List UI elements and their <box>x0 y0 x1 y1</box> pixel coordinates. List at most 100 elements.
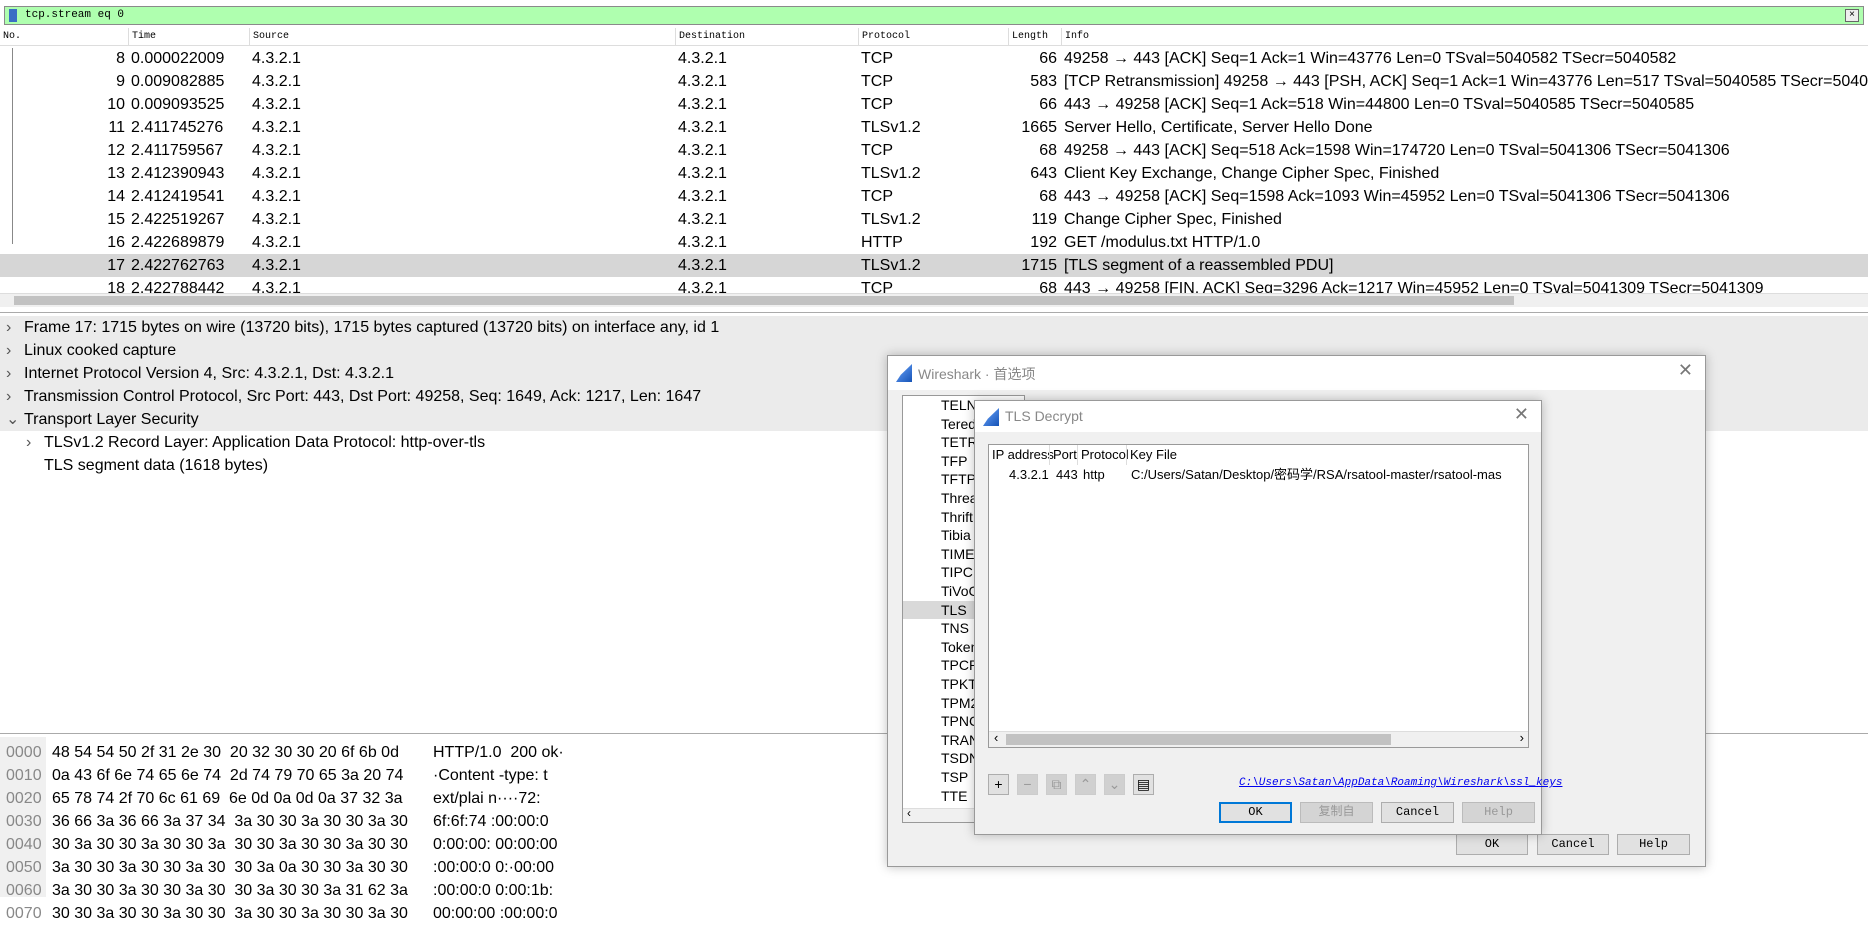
packet-row[interactable]: 8 0.000022009 4.3.2.1 4.3.2.1 TCP 66 49258 → 4… <box>0 47 1868 70</box>
prefs-help-button[interactable]: Help <box>1617 834 1690 855</box>
column-time[interactable]: Time <box>128 28 156 46</box>
col-port[interactable]: Port <box>1049 445 1077 465</box>
hex-ascii[interactable]: ext/plai n····72: <box>433 787 541 810</box>
move-up-icon[interactable]: ⌃ <box>1075 774 1096 795</box>
key-table-scrollbar[interactable]: ‹ › <box>989 730 1528 747</box>
col-ip[interactable]: IP address <box>992 445 1054 465</box>
packet-info: 49258 → 443 [ACK] Seq=518 Ack=1598 Win=1… <box>1064 142 1730 159</box>
packet-source: 4.3.2.1 <box>252 234 301 251</box>
packet-no: 13 <box>107 165 125 182</box>
hex-ascii[interactable]: HTTP/1.0 200 ok· <box>433 741 564 764</box>
remove-icon[interactable]: − <box>1017 774 1038 795</box>
packet-source: 4.3.2.1 <box>252 188 301 205</box>
packet-length: 66 <box>1039 50 1057 67</box>
packet-destination: 4.3.2.1 <box>678 188 727 205</box>
hex-bytes[interactable]: 36 66 3a 36 66 3a 37 34 3a 30 30 3a 30 3… <box>52 810 408 833</box>
prefs-cancel-button[interactable]: Cancel <box>1537 834 1609 855</box>
col-protocol[interactable]: Protocol <box>1077 445 1129 465</box>
hex-ascii[interactable]: 0:00:00: 00:00:00 <box>433 833 558 856</box>
hex-ascii[interactable]: 6f:6f:74 :00:00:0 <box>433 810 549 833</box>
preferences-title: Wireshark · 首选项 <box>918 366 1036 382</box>
prefs-ok-button[interactable]: OK <box>1456 834 1528 855</box>
packet-info: 49258 → 443 [ACK] Seq=1 Ack=1 Win=43776 … <box>1064 50 1677 67</box>
display-filter-input[interactable]: tcp.stream eq 0 × <box>4 6 1864 25</box>
packet-length: 66 <box>1039 96 1057 113</box>
packet-row[interactable]: 12 2.411759567 4.3.2.1 4.3.2.1 TCP 68 49258 → … <box>0 139 1868 162</box>
packet-no: 14 <box>107 188 125 205</box>
hex-ascii[interactable]: :00:00:0 0:·00:00 <box>433 856 554 879</box>
cell-keyfile: C:/Users/Satan/Desktop/密码学/RSA/rsatool-m… <box>1131 467 1502 482</box>
clear-list-icon[interactable]: ▤ <box>1133 774 1154 795</box>
add-icon[interactable]: + <box>988 774 1009 795</box>
key-row[interactable]: 4.3.2.1 443 http C:/Users/Satan/Desktop/… <box>989 465 1528 485</box>
tls-decrypt-dialog: TLS Decrypt ✕ IP address Port Protocol K… <box>974 400 1562 835</box>
packet-source: 4.3.2.1 <box>252 73 301 90</box>
hex-offset: 0040 <box>6 836 42 853</box>
hex-ascii[interactable]: 00:00:00 :00:00:0 <box>433 902 558 925</box>
detail-tree-item[interactable]: › Frame 17: 1715 bytes on wire (13720 bit… <box>0 316 1868 339</box>
close-icon[interactable]: ✕ <box>1514 404 1529 425</box>
packet-destination: 4.3.2.1 <box>678 142 727 159</box>
column-destination[interactable]: Destination <box>675 28 745 46</box>
packet-length: 192 <box>1030 234 1057 251</box>
tls-cancel-button[interactable]: Cancel <box>1381 802 1454 823</box>
hex-bytes[interactable]: 3a 30 30 3a 30 30 3a 30 30 3a 0a 30 30 3… <box>52 856 408 879</box>
packet-row[interactable]: 15 2.422519267 4.3.2.1 4.3.2.1 TLSv1.2 119 Cha… <box>0 208 1868 231</box>
copy-from-button[interactable]: 复制自 <box>1300 802 1373 823</box>
chevron-right-icon[interactable]: › <box>6 385 11 408</box>
column-length[interactable]: Length <box>1008 28 1048 46</box>
hex-ascii[interactable]: :00:00:0 0:00:1b: <box>433 879 553 902</box>
hex-bytes[interactable]: 0a 43 6f 6e 74 65 6e 74 2d 74 79 70 65 3… <box>52 764 403 787</box>
hex-offset: 0060 <box>6 882 42 899</box>
packet-row[interactable]: 14 2.412419541 4.3.2.1 4.3.2.1 TCP 68 443 → 49… <box>0 185 1868 208</box>
packet-protocol: TLSv1.2 <box>861 119 921 136</box>
chevron-down-icon[interactable]: ⌄ <box>6 408 19 431</box>
copy-icon[interactable]: ⧉ <box>1046 774 1067 795</box>
packet-source: 4.3.2.1 <box>252 142 301 159</box>
packet-length: 583 <box>1030 73 1057 90</box>
column-no[interactable]: No. <box>0 28 21 46</box>
packet-row[interactable]: 13 2.412390943 4.3.2.1 4.3.2.1 TLSv1.2 643 Cli… <box>0 162 1868 185</box>
column-protocol[interactable]: Protocol <box>858 28 910 46</box>
packet-destination: 4.3.2.1 <box>678 234 727 251</box>
packet-time: 2.412390943 <box>131 165 225 182</box>
packet-row[interactable]: 17 2.422762763 4.3.2.1 4.3.2.1 TLSv1.2 1715 [T… <box>0 254 1868 277</box>
tls-ok-button[interactable]: OK <box>1219 802 1292 823</box>
close-icon[interactable]: ✕ <box>1678 360 1693 381</box>
packet-length: 119 <box>1031 211 1057 228</box>
packet-no: 9 <box>116 73 125 90</box>
chevron-right-icon[interactable]: › <box>6 316 11 339</box>
bookmark-icon[interactable] <box>9 9 17 22</box>
packet-row[interactable]: 11 2.411745276 4.3.2.1 4.3.2.1 TLSv1.2 1665 Se… <box>0 116 1868 139</box>
close-icon[interactable]: × <box>1845 9 1859 22</box>
col-keyfile[interactable]: Key File <box>1126 445 1177 465</box>
packet-time: 0.009093525 <box>131 96 225 113</box>
chevron-right-icon[interactable]: › <box>26 431 31 454</box>
column-source[interactable]: Source <box>249 28 289 46</box>
packet-row[interactable]: 16 2.422689879 4.3.2.1 4.3.2.1 HTTP 192 GET /m… <box>0 231 1868 254</box>
packet-list-scrollbar[interactable] <box>0 293 1868 307</box>
hex-bytes[interactable]: 48 54 54 50 2f 31 2e 30 20 32 30 30 20 6… <box>52 741 399 764</box>
hex-offset: 0030 <box>6 813 42 830</box>
packet-time: 2.411745276 <box>131 119 224 136</box>
hex-ascii[interactable]: ·Content -type: t <box>433 764 548 787</box>
ssl-keys-path-link[interactable]: C:\Users\Satan\AppData\Roaming\Wireshark… <box>1239 777 1562 789</box>
tls-title: TLS Decrypt <box>1005 408 1083 424</box>
packet-row[interactable]: 10 0.009093525 4.3.2.1 4.3.2.1 TCP 66 443 → 49… <box>0 93 1868 116</box>
move-down-icon[interactable]: ⌄ <box>1104 774 1125 795</box>
hex-bytes[interactable]: 65 78 74 2f 70 6c 61 69 6e 0d 0a 0d 0a 3… <box>52 787 403 810</box>
column-info[interactable]: Info <box>1061 28 1089 46</box>
cell-protocol: http <box>1083 467 1105 482</box>
packet-protocol: TCP <box>861 96 893 113</box>
packet-time: 2.422689879 <box>131 234 225 251</box>
packet-destination: 4.3.2.1 <box>678 165 727 182</box>
packet-destination: 4.3.2.1 <box>678 119 727 136</box>
tls-help-button[interactable]: Help <box>1462 802 1535 823</box>
hex-bytes[interactable]: 3a 30 30 3a 30 30 3a 30 30 3a 30 30 3a 3… <box>52 879 408 902</box>
chevron-right-icon[interactable]: › <box>6 339 11 362</box>
packet-time: 2.422519267 <box>131 211 225 228</box>
chevron-right-icon[interactable]: › <box>6 362 11 385</box>
hex-bytes[interactable]: 30 3a 30 30 3a 30 30 3a 30 30 3a 30 30 3… <box>52 833 408 856</box>
packet-row[interactable]: 9 0.009082885 4.3.2.1 4.3.2.1 TCP 583 [TCP Ret… <box>0 70 1868 93</box>
hex-bytes[interactable]: 30 30 3a 30 30 3a 30 30 3a 30 30 3a 30 3… <box>52 902 408 925</box>
